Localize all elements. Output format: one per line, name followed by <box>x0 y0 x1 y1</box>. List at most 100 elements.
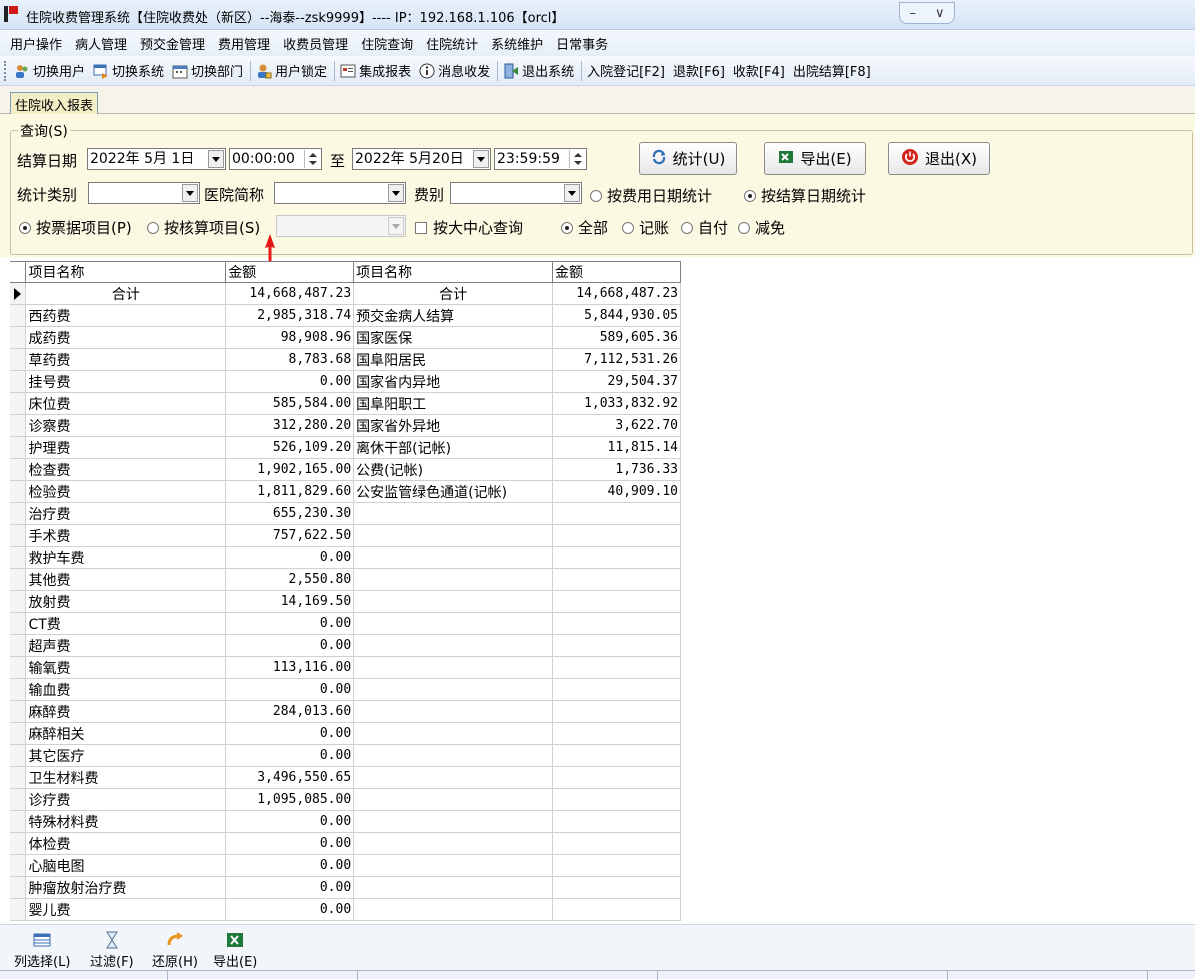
minimize-icon[interactable]: – <box>909 6 916 21</box>
stat-category-select[interactable] <box>88 182 200 204</box>
amount-cell[interactable] <box>552 678 681 701</box>
amount-cell[interactable]: 8,783.68 <box>225 348 355 371</box>
item-name-cell[interactable]: 体检费 <box>25 832 227 855</box>
table-row[interactable]: 合计 14,668,487.23 合计 14,668,487.23 <box>10 282 681 305</box>
item-name-cell[interactable]: 西药费 <box>25 304 227 327</box>
amount-cell[interactable] <box>552 876 681 899</box>
amount-cell[interactable]: 11,815.14 <box>552 436 681 459</box>
amount-cell[interactable] <box>552 700 681 723</box>
table-row[interactable]: 诊疗费 1,095,085.00 <box>10 788 681 811</box>
row-indicator[interactable] <box>10 524 27 547</box>
amount-cell[interactable] <box>552 612 681 635</box>
amount-cell[interactable]: 1,811,829.60 <box>225 480 355 503</box>
item-name-cell[interactable]: 手术费 <box>25 524 227 547</box>
amount-cell[interactable]: 0.00 <box>225 612 355 635</box>
row-indicator[interactable] <box>10 612 27 635</box>
row-indicator[interactable] <box>10 788 27 811</box>
item-name-cell[interactable]: 婴儿费 <box>25 898 227 921</box>
user-lock-button[interactable]: 用户锁定 <box>253 59 332 83</box>
row-indicator[interactable] <box>10 876 27 899</box>
amount-cell[interactable]: 14,668,487.23 <box>225 282 355 305</box>
amount-cell[interactable]: 0.00 <box>225 832 355 855</box>
amount-cell[interactable]: 0.00 <box>225 876 355 899</box>
fee-type-select[interactable] <box>450 182 582 204</box>
amount-cell[interactable]: 7,112,531.26 <box>552 348 681 371</box>
table-row[interactable]: 肿瘤放射治疗费 0.00 <box>10 876 681 899</box>
amount-cell[interactable]: 3,496,550.65 <box>225 766 355 789</box>
amount-cell[interactable]: 312,280.20 <box>225 414 355 437</box>
item-name-cell[interactable] <box>353 700 554 723</box>
spinner-icon[interactable] <box>304 150 320 168</box>
item-name-cell[interactable]: 超声费 <box>25 634 227 657</box>
row-indicator[interactable] <box>10 414 27 437</box>
amount-cell[interactable]: 585,584.00 <box>225 392 355 415</box>
report-button[interactable]: 集成报表 <box>337 59 416 83</box>
discharge-button[interactable]: 出院结算[F8] <box>790 59 876 83</box>
hospital-select[interactable] <box>274 182 406 204</box>
bottom-export-button[interactable]: 导出(E) <box>213 931 257 970</box>
amount-cell[interactable]: 655,230.30 <box>225 502 355 525</box>
table-row[interactable]: 体检费 0.00 <box>10 832 681 855</box>
item-name-cell[interactable]: 麻醉相关 <box>25 722 227 745</box>
item-name-cell[interactable]: 挂号费 <box>25 370 227 393</box>
menu-patient[interactable]: 病人管理 <box>71 34 136 53</box>
amount-cell[interactable]: 1,033,832.92 <box>552 392 681 415</box>
amount-cell[interactable]: 113,116.00 <box>225 656 355 679</box>
window-controls[interactable]: – ∨ <box>899 2 955 24</box>
menu-daily[interactable]: 日常事务 <box>552 34 617 53</box>
table-row[interactable]: 床位费 585,584.00 国阜阳职工 1,033,832.92 <box>10 392 681 415</box>
restore-button[interactable]: 还原(H) <box>152 931 198 970</box>
item-name-cell[interactable]: 放射费 <box>25 590 227 613</box>
row-indicator[interactable] <box>10 766 27 789</box>
amount-cell[interactable] <box>552 898 681 921</box>
amount-cell[interactable]: 1,095,085.00 <box>225 788 355 811</box>
chevron-down-icon[interactable] <box>388 184 404 202</box>
item-name-cell[interactable]: 护理费 <box>25 436 227 459</box>
amount-cell[interactable] <box>552 810 681 833</box>
amount-cell[interactable]: 0.00 <box>225 744 355 767</box>
table-row[interactable]: 输氧费 113,116.00 <box>10 656 681 679</box>
item-name-cell[interactable]: 其他费 <box>25 568 227 591</box>
item-name-cell[interactable]: CT费 <box>25 612 227 635</box>
amount-cell[interactable] <box>552 568 681 591</box>
chevron-down-icon[interactable] <box>564 184 580 202</box>
row-indicator[interactable] <box>10 634 27 657</box>
menu-system[interactable]: 系统维护 <box>487 34 552 53</box>
amount-cell[interactable]: 526,109.20 <box>225 436 355 459</box>
item-name-cell[interactable] <box>353 876 554 899</box>
col-header-item-name-2[interactable]: 项目名称 <box>353 261 554 283</box>
item-name-cell[interactable]: 合计 <box>353 282 554 305</box>
amount-cell[interactable]: 0.00 <box>225 810 355 833</box>
menu-fee[interactable]: 费用管理 <box>214 34 279 53</box>
row-indicator[interactable] <box>10 348 27 371</box>
col-header-item-name-1[interactable]: 项目名称 <box>25 261 227 283</box>
item-name-cell[interactable]: 输血费 <box>25 678 227 701</box>
item-name-cell[interactable]: 输氧费 <box>25 656 227 679</box>
row-indicator[interactable] <box>10 678 27 701</box>
chevron-down-icon[interactable] <box>182 184 198 202</box>
row-indicator[interactable] <box>10 722 27 745</box>
table-row[interactable]: CT费 0.00 <box>10 612 681 635</box>
item-name-cell[interactable]: 国阜阳居民 <box>353 348 554 371</box>
col-header-amount-2[interactable]: 金额 <box>552 261 681 283</box>
table-row[interactable]: 救护车费 0.00 <box>10 546 681 569</box>
amount-cell[interactable] <box>552 656 681 679</box>
amount-cell[interactable]: 0.00 <box>225 678 355 701</box>
item-name-cell[interactable] <box>353 810 554 833</box>
table-row[interactable]: 诊察费 312,280.20 国家省外异地 3,622.70 <box>10 414 681 437</box>
bookkeeping-radio[interactable]: 记账 <box>622 217 669 238</box>
row-indicator[interactable] <box>10 458 27 481</box>
item-name-cell[interactable]: 公安监管绿色通道(记帐) <box>353 480 554 503</box>
amount-cell[interactable]: 2,985,318.74 <box>225 304 355 327</box>
amount-cell[interactable]: 1,902,165.00 <box>225 458 355 481</box>
date-from-picker[interactable]: 2022年 5月 1日 <box>87 148 226 170</box>
row-indicator[interactable] <box>10 370 27 393</box>
row-indicator[interactable] <box>10 436 27 459</box>
amount-cell[interactable] <box>552 744 681 767</box>
filter-button[interactable]: 过滤(F) <box>90 931 134 970</box>
table-row[interactable]: 放射费 14,169.50 <box>10 590 681 613</box>
table-row[interactable]: 超声费 0.00 <box>10 634 681 657</box>
row-indicator[interactable] <box>10 700 27 723</box>
time-to-field[interactable]: 23:59:59 <box>494 148 587 170</box>
item-name-cell[interactable] <box>353 722 554 745</box>
